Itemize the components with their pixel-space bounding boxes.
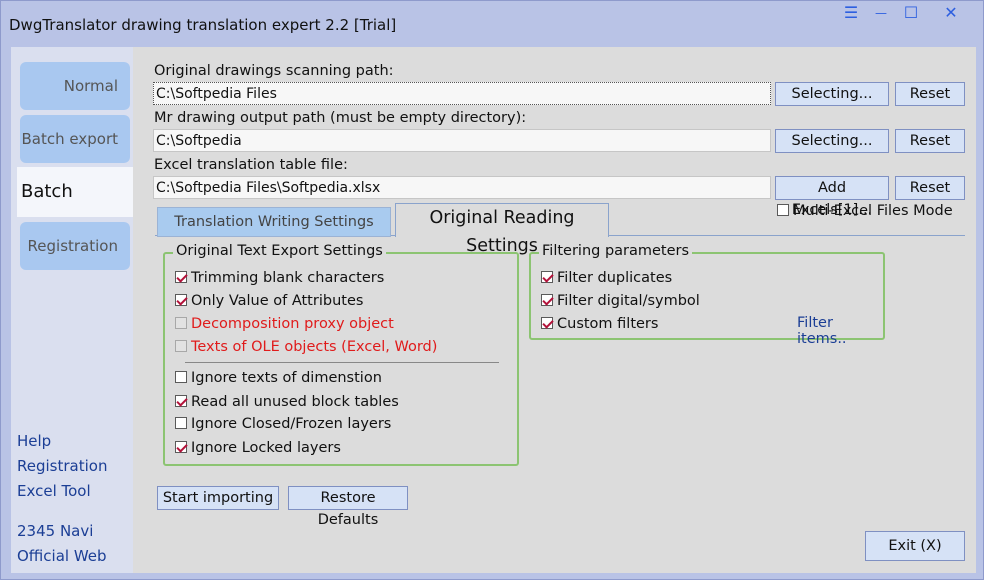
excel-file-label: Excel translation table file: xyxy=(154,157,348,173)
excel-file-input[interactable] xyxy=(153,176,771,199)
trim-blank-label: Trimming blank characters xyxy=(191,270,385,286)
filter-parameters-group: Filtering parameters Filter duplicates F… xyxy=(529,243,885,347)
sidebar-item-batch-import[interactable]: Batch import xyxy=(17,167,135,252)
custom-filters-checkbox-box[interactable] xyxy=(541,317,553,329)
read-unused-blocks-checkbox-box[interactable] xyxy=(175,395,187,407)
main-panel: Original drawings scanning path: Selecti… xyxy=(133,47,976,573)
scan-reset-button[interactable]: Reset xyxy=(895,82,965,106)
filter-duplicates-label: Filter duplicates xyxy=(557,270,673,286)
restore-defaults-button[interactable]: Restore Defaults xyxy=(288,486,408,528)
filter-duplicates-checkbox-box[interactable] xyxy=(541,271,553,283)
scan-path-input[interactable] xyxy=(153,82,771,105)
registration-link[interactable]: Registration xyxy=(17,457,107,475)
filter-items-link[interactable]: Filter items.. xyxy=(797,315,883,347)
read-unused-blocks-checkbox[interactable]: Read all unused block tables xyxy=(175,394,399,410)
filter-digital-checkbox[interactable]: Filter digital/symbol xyxy=(541,293,700,309)
ignore-dimension-checkbox[interactable]: Ignore texts of dimenstion xyxy=(175,370,382,386)
output-select-button[interactable]: Selecting... xyxy=(775,129,889,153)
exit-button[interactable]: Exit (X) xyxy=(865,531,965,561)
export-separator xyxy=(185,362,499,363)
output-path-label: Mr drawing output path (must be empty di… xyxy=(154,110,527,126)
filter-parameters-title: Filtering parameters xyxy=(539,243,693,259)
sidebar-item-batch-export[interactable]: Batch export xyxy=(20,115,130,163)
official-web-link[interactable]: Official Web xyxy=(17,547,107,565)
scan-select-button[interactable]: Selecting... xyxy=(775,82,889,106)
export-settings-group: Original Text Export Settings Trimming b… xyxy=(163,243,519,466)
close-icon[interactable]: ✕ xyxy=(939,3,963,23)
sidebar-item-normal[interactable]: Normal xyxy=(20,62,130,110)
ignore-locked-layers-label: Ignore Locked layers xyxy=(191,440,341,456)
multi-excel-checkbox-label: Multi-Excel Files Mode xyxy=(793,203,953,219)
export-settings-title: Original Text Export Settings xyxy=(173,243,386,259)
scan-path-label: Original drawings scanning path: xyxy=(154,63,394,79)
ignore-closed-layers-label: Ignore Closed/Frozen layers xyxy=(191,416,392,432)
title-bar: DwgTranslator drawing translation expert… xyxy=(1,1,983,45)
ignore-dimension-checkbox-box[interactable] xyxy=(175,371,187,383)
custom-filters-label: Custom filters xyxy=(557,316,659,332)
ignore-closed-layers-checkbox[interactable]: Ignore Closed/Frozen layers xyxy=(175,416,391,432)
output-reset-button[interactable]: Reset xyxy=(895,129,965,153)
ole-objects-checkbox-box xyxy=(175,340,187,352)
filter-digital-checkbox-box[interactable] xyxy=(541,294,553,306)
add-excels-button[interactable]: Add Excels[1]... xyxy=(775,176,889,218)
ignore-locked-layers-checkbox[interactable]: Ignore Locked layers xyxy=(175,440,341,456)
window-title: DwgTranslator drawing translation expert… xyxy=(9,16,397,34)
ole-objects-checkbox: Texts of OLE objects (Excel, Word) xyxy=(175,339,437,355)
minimize-icon[interactable]: — xyxy=(869,3,893,23)
start-importing-button[interactable]: Start importing xyxy=(157,486,279,510)
help-link[interactable]: Help xyxy=(17,432,51,450)
excel-tool-link[interactable]: Excel Tool xyxy=(17,482,91,500)
filter-duplicates-checkbox[interactable]: Filter duplicates xyxy=(541,270,672,286)
read-unused-blocks-label: Read all unused block tables xyxy=(191,394,399,410)
sidebar: Normal Batch export Batch import Registr… xyxy=(11,47,135,573)
menu-icon[interactable]: ☰ xyxy=(839,3,863,23)
tab-original-reading-settings[interactable]: Original Reading Settings xyxy=(395,203,609,256)
only-value-attributes-checkbox[interactable]: Only Value of Attributes xyxy=(175,293,363,309)
trim-blank-checkbox[interactable]: Trimming blank characters xyxy=(175,270,384,286)
ole-objects-label: Texts of OLE objects (Excel, Word) xyxy=(191,339,438,355)
ignore-closed-layers-checkbox-box[interactable] xyxy=(175,417,187,429)
output-path-input[interactable] xyxy=(153,129,771,152)
excel-reset-button[interactable]: Reset xyxy=(895,176,965,200)
decomposition-proxy-label: Decomposition proxy object xyxy=(191,316,394,332)
ignore-dimension-label: Ignore texts of dimenstion xyxy=(191,370,382,386)
sidebar-item-registration[interactable]: Registration xyxy=(20,222,130,270)
navi-link[interactable]: 2345 Navi xyxy=(17,522,93,540)
maximize-icon[interactable]: ☐ xyxy=(899,3,923,23)
trim-blank-checkbox-box[interactable] xyxy=(175,271,187,283)
app-window: DwgTranslator drawing translation expert… xyxy=(0,0,984,580)
only-value-attributes-label: Only Value of Attributes xyxy=(191,293,364,309)
filter-digital-label: Filter digital/symbol xyxy=(557,293,700,309)
custom-filters-checkbox[interactable]: Custom filters xyxy=(541,316,658,332)
decomposition-proxy-checkbox-box xyxy=(175,317,187,329)
multi-excel-checkbox-box[interactable] xyxy=(777,204,789,216)
decomposition-proxy-checkbox: Decomposition proxy object xyxy=(175,316,394,332)
only-value-attributes-checkbox-box[interactable] xyxy=(175,294,187,306)
ignore-locked-layers-checkbox-box[interactable] xyxy=(175,441,187,453)
multi-excel-checkbox[interactable]: Multi-Excel Files Mode xyxy=(777,203,953,219)
tab-translation-writing-settings[interactable]: Translation Writing Settings xyxy=(157,207,391,237)
